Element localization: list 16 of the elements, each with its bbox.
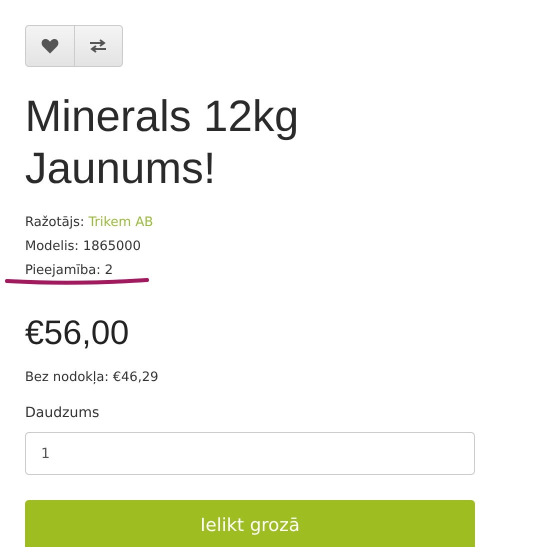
heart-icon: [40, 38, 59, 54]
tax-note: Bez nodokļa: €46,29: [25, 370, 160, 385]
quantity-label: Daudzums: [25, 405, 100, 421]
detail-label: Pieejamība:: [25, 263, 101, 278]
detail-value: 2: [104, 263, 114, 278]
product-price: €56,00: [25, 313, 130, 353]
detail-label: Modelis:: [25, 239, 79, 254]
swap-arrows-icon: [89, 39, 108, 53]
detail-value: 1865000: [82, 239, 141, 254]
add-to-cart-button[interactable]: Ielikt grozā: [25, 500, 475, 547]
wishlist-button[interactable]: [25, 25, 74, 67]
quantity-field[interactable]: 1: [25, 432, 475, 475]
compare-button[interactable]: [74, 25, 123, 67]
manufacturer-link[interactable]: Trikem AB: [88, 215, 154, 230]
detail-label: Ražotājs:: [25, 215, 84, 230]
product-title: Minerals 12kg Jaunums!: [25, 91, 300, 195]
